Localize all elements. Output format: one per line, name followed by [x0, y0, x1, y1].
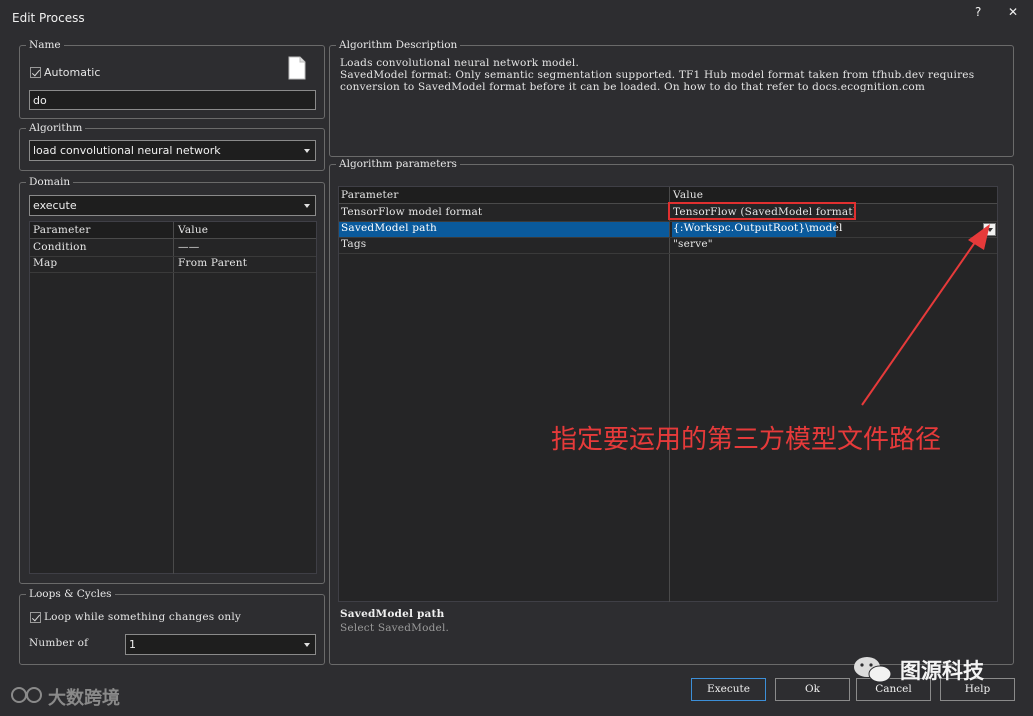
- loop-checkbox[interactable]: [30, 612, 41, 623]
- algorithm-group-label: Algorithm: [26, 122, 86, 134]
- domain-row-parameter[interactable]: Condition: [33, 241, 87, 253]
- domain-select[interactable]: execute: [29, 195, 316, 216]
- annotation-text: 指定要运用的第三方模型文件路径: [551, 425, 942, 455]
- annotation-highlight-box: [668, 202, 856, 220]
- automatic-label: Automatic: [44, 66, 101, 79]
- number-of-value: 1: [129, 638, 136, 651]
- description-group-label: Algorithm Description: [336, 39, 461, 51]
- params-grid-divider: [669, 187, 670, 602]
- loop-label: Loop while something changes only: [44, 611, 242, 623]
- annotation-arrow: [861, 224, 990, 406]
- param-row-tags-value[interactable]: "serve": [673, 238, 713, 250]
- loops-group-label: Loops & Cycles: [26, 588, 115, 600]
- chevron-down-icon: [304, 204, 310, 208]
- domain-row-value[interactable]: ——: [178, 241, 199, 253]
- name-input[interactable]: do: [29, 90, 316, 110]
- name-group-label: Name: [26, 39, 64, 51]
- watermark-logo-icon: [11, 687, 42, 703]
- algorithm-select[interactable]: load convolutional neural network: [29, 140, 316, 161]
- description-line: SavedModel format: Only semantic segment…: [340, 69, 975, 81]
- watermark-left-text: 大数跨境: [48, 688, 120, 709]
- domain-grid-divider: [173, 222, 174, 574]
- help-title: SavedModel path: [340, 608, 445, 620]
- row-divider: [30, 256, 316, 257]
- row-divider: [30, 272, 316, 273]
- description-line: conversion to SavedModel format before i…: [340, 81, 926, 93]
- domain-row-value[interactable]: From Parent: [178, 257, 247, 269]
- param-row-tags-name[interactable]: Tags: [341, 238, 366, 250]
- number-of-select[interactable]: 1: [125, 634, 316, 655]
- params-col-value: Value: [673, 189, 704, 201]
- help-text: Select SavedModel.: [340, 622, 450, 634]
- help-title-button[interactable]: ?: [975, 5, 981, 19]
- chevron-down-icon: [304, 149, 310, 153]
- document-icon[interactable]: [288, 56, 306, 80]
- param-row-path-name[interactable]: SavedModel path: [341, 222, 437, 234]
- domain-col-parameter: Parameter: [33, 224, 91, 236]
- domain-col-value: Value: [178, 224, 209, 236]
- params-col-parameter: Parameter: [341, 189, 399, 201]
- param-row-path-value[interactable]: {:Workspc.OutputRoot}\model: [673, 222, 843, 234]
- domain-group-label: Domain: [26, 176, 74, 188]
- execute-button[interactable]: Execute: [691, 678, 766, 701]
- algorithm-select-value: load convolutional neural network: [33, 144, 221, 157]
- domain-grid: Parameter Value Condition —— Map From Pa…: [29, 221, 317, 574]
- wechat-icon: [854, 657, 892, 683]
- params-group-label: Algorithm parameters: [336, 158, 460, 170]
- title-bar: Edit Process ? ✕: [0, 0, 1033, 34]
- window-title: Edit Process: [12, 11, 85, 25]
- watermark-right-text: 图源科技: [900, 659, 984, 683]
- param-row-format-name[interactable]: TensorFlow model format: [341, 206, 482, 218]
- close-button[interactable]: ✕: [1008, 5, 1018, 19]
- number-of-label: Number of: [29, 637, 89, 649]
- automatic-checkbox[interactable]: [30, 67, 41, 78]
- chevron-down-icon: [304, 643, 310, 647]
- domain-row-parameter[interactable]: Map: [33, 257, 57, 269]
- ok-button[interactable]: Ok: [775, 678, 850, 701]
- domain-select-value: execute: [33, 199, 77, 212]
- description-line: Loads convolutional neural network model…: [340, 57, 580, 69]
- description-text: Loads convolutional neural network model…: [340, 57, 974, 93]
